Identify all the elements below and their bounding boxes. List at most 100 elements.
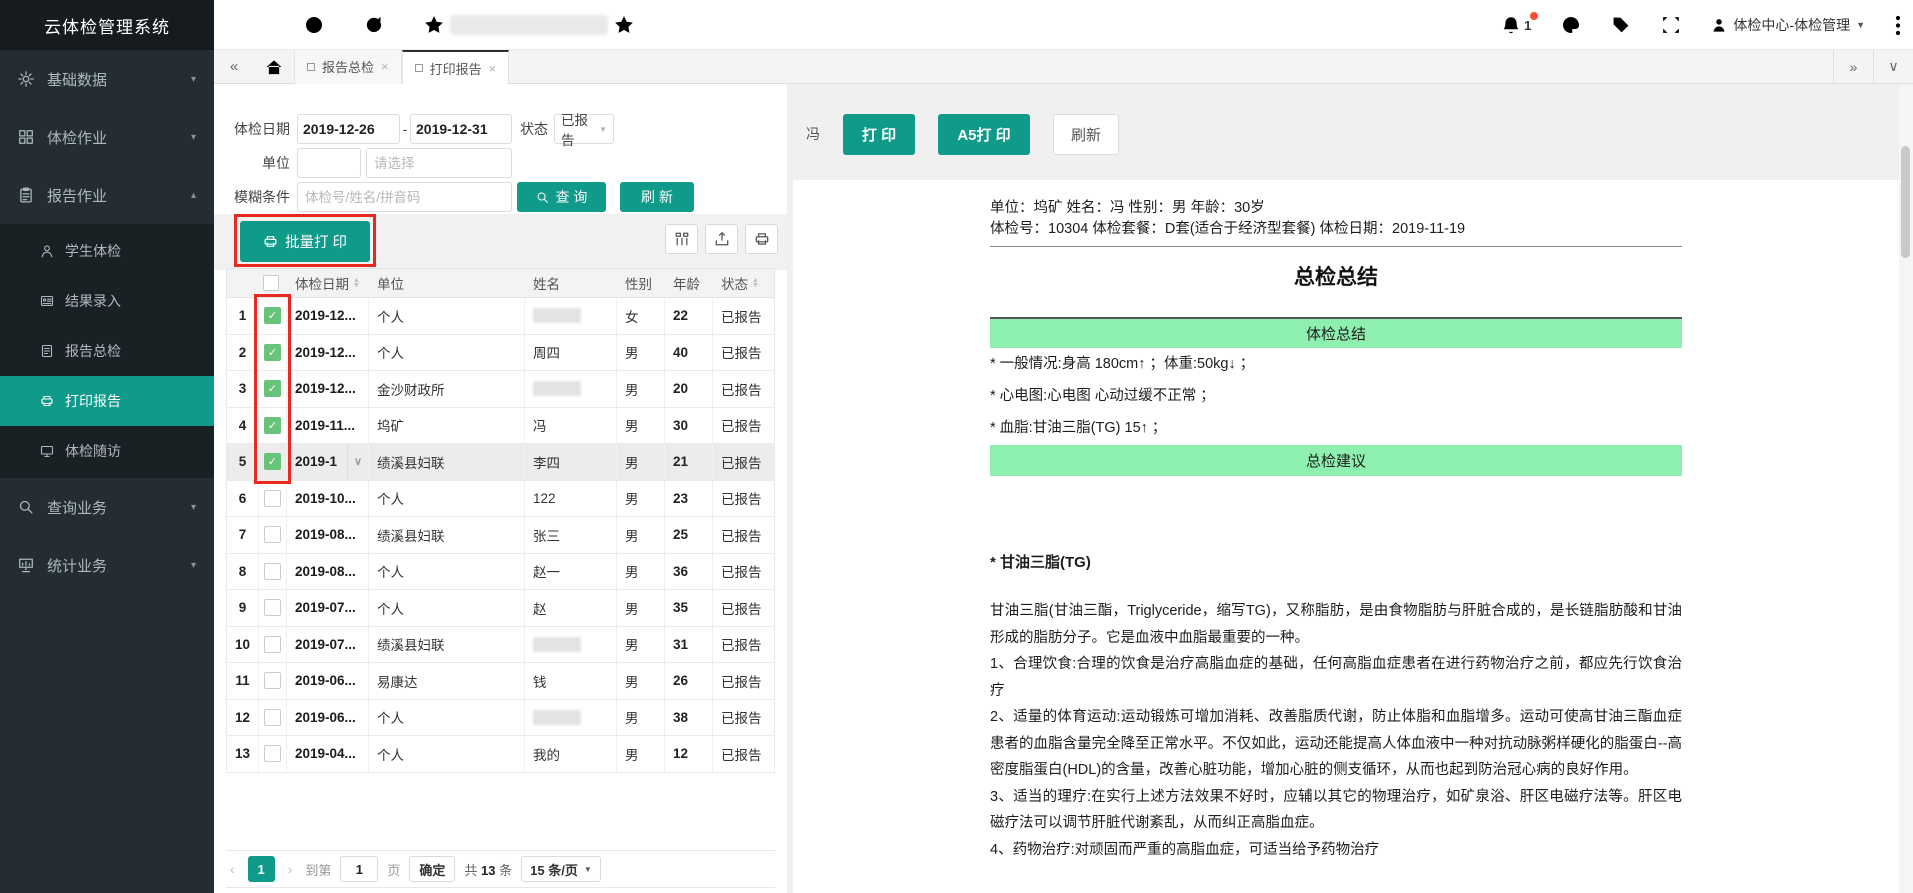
search-button[interactable]: 查 询 <box>517 182 606 212</box>
row-checkbox[interactable]: ✓ <box>264 344 281 361</box>
row-status: 已报告 <box>713 663 776 699</box>
row-checkbox[interactable]: ✓ <box>264 453 281 470</box>
patient-tab-label[interactable]: 冯 <box>806 124 820 144</box>
row-checkbox[interactable] <box>264 563 281 580</box>
table-row[interactable]: 10 2019-07... 绩溪县妇联 <box>226 627 775 664</box>
refresh-list-button[interactable]: 刷 新 <box>620 182 694 212</box>
sidebar-submenu: 学生体检 结果录入 报告总检 打印报告 <box>0 224 214 478</box>
tabs-collapse-left[interactable]: « <box>214 50 254 84</box>
row-checkbox[interactable] <box>264 672 281 689</box>
date-from-input[interactable] <box>297 114 400 144</box>
select-all-checkbox[interactable] <box>259 269 287 297</box>
date-to-input[interactable] <box>410 114 512 144</box>
table-row[interactable]: 6 2019-10... 个人 122 <box>226 481 775 518</box>
header-status[interactable]: 状态 ▲▼ <box>713 269 776 297</box>
row-expand-chevron-icon[interactable]: ∨ <box>347 444 368 480</box>
fuzzy-search-input[interactable] <box>297 182 512 212</box>
home-tab[interactable] <box>254 50 294 84</box>
table-row[interactable]: 7 2019-08... 绩溪县妇联 张三 <box>226 517 775 554</box>
collapse-menu-icon[interactable] <box>244 15 264 35</box>
sidebar-menu-item[interactable]: 基础数据 ▾ <box>0 50 214 108</box>
row-age: 26 <box>665 663 713 699</box>
tab-close-icon[interactable]: × <box>489 62 497 75</box>
unit-select-input[interactable] <box>366 148 512 178</box>
table-row[interactable]: 3 ✓ 2019-12... 金沙财政所 <box>226 371 775 408</box>
report-refresh-button[interactable]: 刷新 <box>1053 114 1119 155</box>
row-checkbox[interactable] <box>264 745 281 762</box>
sort-icon[interactable]: ▲▼ <box>752 278 759 288</box>
sidebar-submenu-item[interactable]: 结果录入 <box>0 276 214 326</box>
tab-close-icon[interactable]: × <box>381 60 389 73</box>
globe-icon[interactable] <box>304 15 324 35</box>
sidebar-menu-label: 体检作业 <box>47 127 107 148</box>
table-row[interactable]: 2 ✓ 2019-12... 个人 周四 <box>226 335 775 372</box>
a5-print-button[interactable]: A5打 印 <box>938 114 1030 155</box>
row-checkbox[interactable] <box>264 490 281 507</box>
table-row[interactable]: 5 ✓ 2019-1 ∨ 绩溪县妇联 李四 <box>226 444 775 481</box>
sidebar-submenu-item[interactable]: 体检随访 <box>0 426 214 476</box>
sidebar-submenu-item[interactable]: 学生体检 <box>0 226 214 276</box>
columns-settings-button[interactable] <box>665 224 698 254</box>
unit-code-input[interactable] <box>297 148 361 178</box>
status-select[interactable]: 已报告 ▼ <box>554 114 614 144</box>
table-row[interactable]: 1 ✓ 2019-12... 个人 <box>226 298 775 335</box>
row-checkbox[interactable]: ✓ <box>264 307 281 324</box>
sidebar-menu-item[interactable]: 报告作业 ▴ <box>0 166 214 224</box>
current-page-button[interactable]: 1 <box>248 856 275 882</box>
row-checkbox[interactable]: ✓ <box>264 417 281 434</box>
header-date[interactable]: 体检日期 ▲▼ <box>287 269 369 297</box>
export-button[interactable] <box>705 224 738 254</box>
table-row[interactable]: 11 2019-06... 易康达 钱 <box>226 663 775 700</box>
tabs-scroll-right[interactable]: » <box>1833 50 1873 84</box>
row-date: 2019-11... <box>295 418 355 433</box>
tag-icon[interactable] <box>1611 15 1631 35</box>
batch-print-button[interactable]: 批量打 印 <box>240 221 370 262</box>
row-age: 23 <box>665 481 713 517</box>
refresh-icon[interactable] <box>364 15 384 35</box>
theme-palette-icon[interactable] <box>1561 15 1581 35</box>
table-row[interactable]: 9 2019-07... 个人 赵 <box>226 590 775 627</box>
star-icon[interactable] <box>424 15 444 35</box>
next-page-button[interactable]: › <box>284 861 297 877</box>
tab[interactable]: 报告总检 × <box>294 50 402 84</box>
goto-page-input[interactable] <box>340 856 378 882</box>
sidebar-menu-item[interactable]: 查询业务 ▾ <box>0 478 214 536</box>
row-checkbox[interactable] <box>264 526 281 543</box>
star-icon[interactable] <box>614 15 634 35</box>
goto-confirm-button[interactable]: 确定 <box>409 856 455 882</box>
print-list-button[interactable] <box>745 224 778 254</box>
more-options-icon[interactable] <box>1895 15 1901 35</box>
row-checkbox[interactable]: ✓ <box>264 380 281 397</box>
notifications-button[interactable]: 1 <box>1501 15 1531 35</box>
tab[interactable]: 打印报告 × <box>402 50 510 85</box>
user-menu[interactable]: 体检中心-体检管理 ▼ <box>1711 15 1865 35</box>
table-row[interactable]: 8 2019-08... 个人 赵一 <box>226 554 775 591</box>
header-name[interactable]: 姓名 <box>525 269 617 297</box>
header-gender[interactable]: 性别 <box>617 269 665 297</box>
scrollbar-thumb[interactable] <box>1901 146 1910 258</box>
sidebar-menu-item[interactable]: 体检作业 ▾ <box>0 108 214 166</box>
sidebar-menu-item[interactable]: 统计业务 ▾ <box>0 536 214 594</box>
fullscreen-icon[interactable] <box>1661 15 1681 35</box>
table-row[interactable]: 12 2019-06... 个人 <box>226 700 775 737</box>
row-date: 2019-06... <box>295 710 356 725</box>
sidebar-submenu-item[interactable]: 打印报告 <box>0 376 214 426</box>
patient-info-line1: 单位：坞矿 姓名：冯 性别：男 年龄：30岁 <box>990 198 1682 219</box>
print-button[interactable]: 打 印 <box>843 114 915 155</box>
header-unit[interactable]: 单位 <box>369 269 525 297</box>
table-row[interactable]: 13 2019-04... 个人 我的 <box>226 736 775 773</box>
row-checkbox[interactable] <box>264 709 281 726</box>
check-icon: ✓ <box>268 382 277 395</box>
report-paragraph: 2、适量的体育运动:运动锻炼可增加消耗、改善脂质代谢，防止体脂和血脂增多。运动可… <box>990 704 1682 784</box>
table-row[interactable]: 4 ✓ 2019-11... 坞矿 冯 <box>226 408 775 445</box>
sort-icon[interactable]: ▲▼ <box>353 278 360 288</box>
row-gender: 女 <box>617 298 665 334</box>
sidebar-submenu-item[interactable]: 报告总检 <box>0 326 214 376</box>
page-size-select[interactable]: 15 条/页 ▼ <box>521 856 601 882</box>
report-scrollbar[interactable] <box>1899 84 1913 893</box>
header-age[interactable]: 年龄 <box>665 269 713 297</box>
tabs-dropdown[interactable]: ∨ <box>1873 50 1913 84</box>
row-checkbox[interactable] <box>264 636 281 653</box>
prev-page-button[interactable]: ‹ <box>226 861 239 877</box>
row-checkbox[interactable] <box>264 599 281 616</box>
